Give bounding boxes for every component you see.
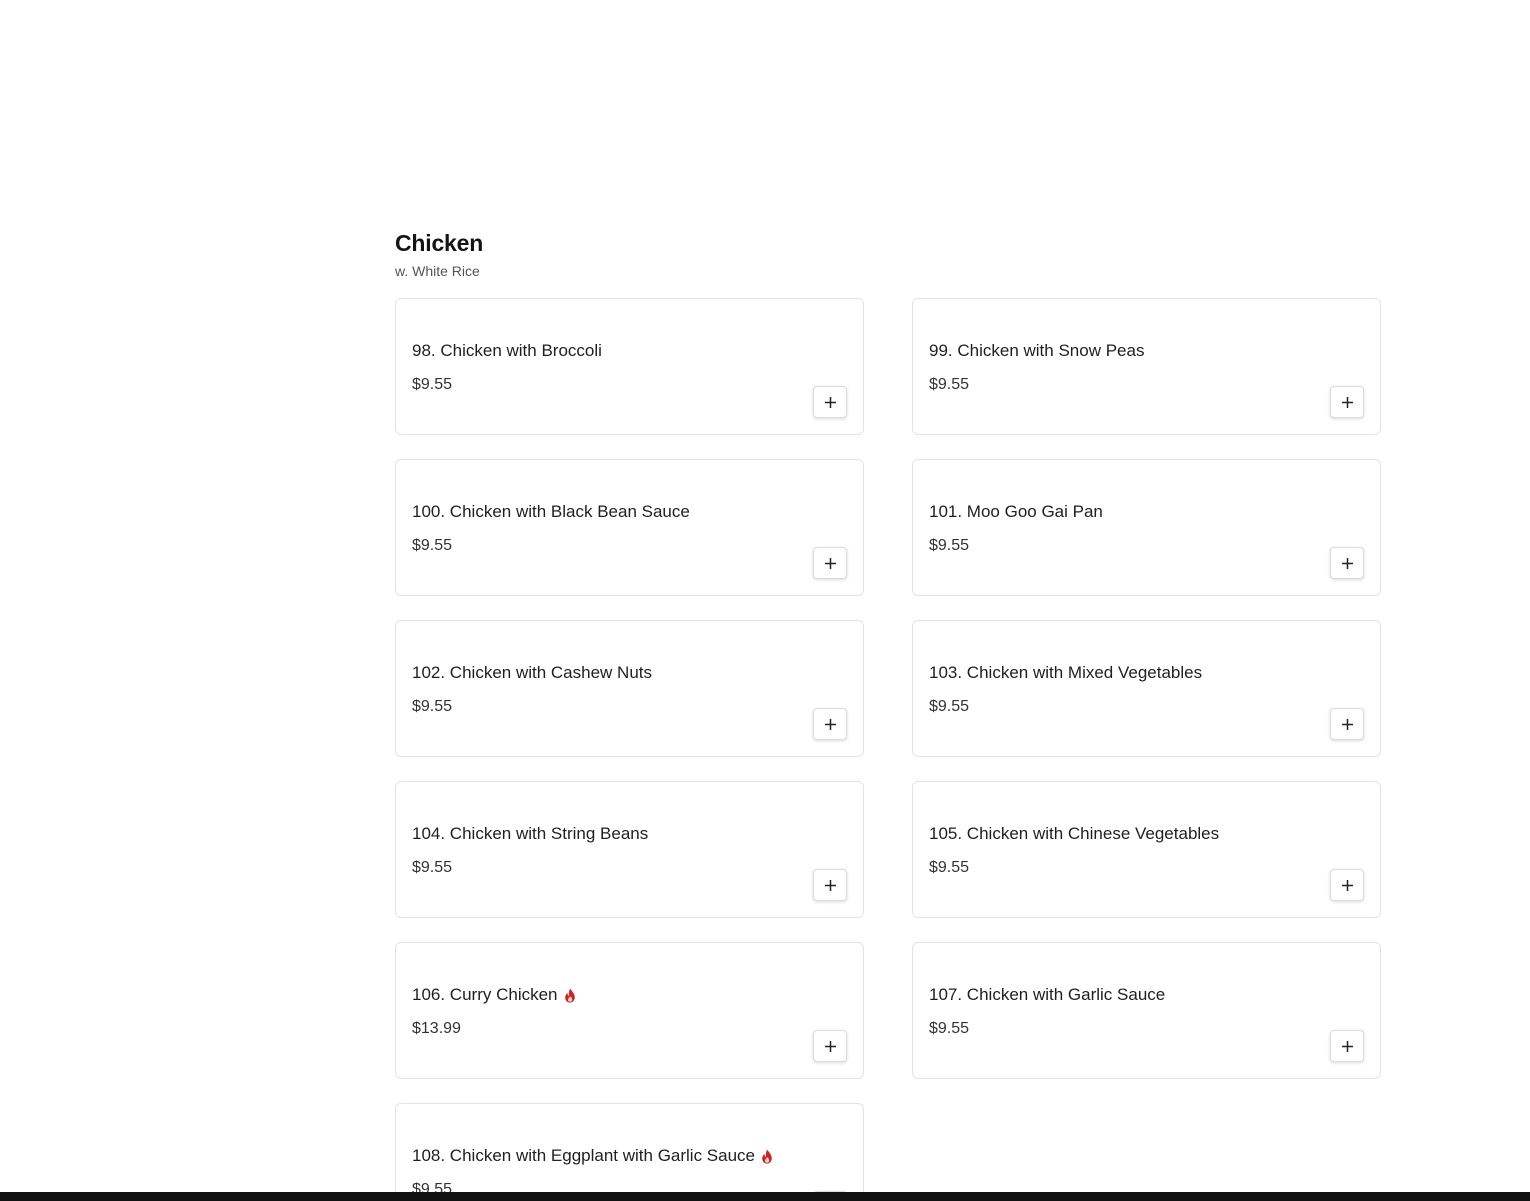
add-to-cart-button[interactable] xyxy=(813,386,847,418)
menu-item-price: $13.99 xyxy=(412,1020,461,1037)
plus-icon xyxy=(1341,396,1353,408)
menu-item-price: $9.55 xyxy=(929,376,970,393)
menu-item-name: 103. Chicken with Mixed Vegetables xyxy=(929,663,1203,682)
menu-item-card[interactable]: 101. Moo Goo Gai Pan $9.55 xyxy=(912,459,1381,596)
plus-icon xyxy=(824,557,836,569)
chili-pepper-icon xyxy=(564,988,575,1003)
chili-pepper-icon xyxy=(762,1149,772,1164)
section-title: Chicken xyxy=(395,230,484,256)
menu-item-name: 101. Moo Goo Gai Pan xyxy=(929,502,1103,521)
menu-item-card[interactable]: 99. Chicken with Snow Peas $9.55 xyxy=(912,298,1381,435)
menu-item-name-row: 106. Curry Chicken xyxy=(412,984,576,1006)
plus-icon xyxy=(824,879,836,891)
add-to-cart-button[interactable] xyxy=(1330,708,1364,740)
menu-item-name-row: 105. Chicken with Chinese Vegetables xyxy=(929,823,1219,845)
add-to-cart-button[interactable] xyxy=(1330,547,1364,579)
plus-icon xyxy=(824,1040,836,1052)
menu-item-card[interactable]: 108. Chicken with Eggplant with Garlic S… xyxy=(395,1103,864,1201)
menu-item-card[interactable]: 104. Chicken with String Beans $9.55 xyxy=(395,781,864,918)
plus-icon xyxy=(1341,1040,1353,1052)
menu-item-name: 98. Chicken with Broccoli xyxy=(412,341,602,360)
add-to-cart-button[interactable] xyxy=(813,869,847,901)
menu-item-price: $9.55 xyxy=(929,1020,970,1037)
menu-item-name: 108. Chicken with Eggplant with Garlic S… xyxy=(412,1146,756,1165)
menu-item-name-row: 100. Chicken with Black Bean Sauce xyxy=(412,501,690,523)
plus-icon xyxy=(824,396,836,408)
menu-item-grid: 98. Chicken with Broccoli $9.55 99. Chic… xyxy=(395,298,1381,1201)
menu-item-name-row: 101. Moo Goo Gai Pan xyxy=(929,501,1103,523)
menu-item-name-row: 98. Chicken with Broccoli xyxy=(412,340,602,362)
add-to-cart-button[interactable] xyxy=(813,1030,847,1062)
menu-item-name-row: 103. Chicken with Mixed Vegetables xyxy=(929,662,1202,684)
menu-item-card[interactable]: 103. Chicken with Mixed Vegetables $9.55 xyxy=(912,620,1381,757)
menu-item-price: $9.55 xyxy=(929,698,970,715)
menu-item-name-row: 99. Chicken with Snow Peas xyxy=(929,340,1144,362)
bottom-bar xyxy=(0,1192,1530,1201)
menu-item-price: $9.55 xyxy=(412,859,453,876)
plus-icon xyxy=(824,718,836,730)
plus-icon xyxy=(1341,879,1353,891)
menu-item-name: 105. Chicken with Chinese Vegetables xyxy=(929,824,1220,843)
menu-item-card[interactable]: 106. Curry Chicken $13.99 xyxy=(395,942,864,1079)
menu-item-name-row: 104. Chicken with String Beans xyxy=(412,823,648,845)
menu-item-card[interactable]: 102. Chicken with Cashew Nuts $9.55 xyxy=(395,620,864,757)
menu-item-card[interactable]: 98. Chicken with Broccoli $9.55 xyxy=(395,298,864,435)
menu-item-name-row: 108. Chicken with Eggplant with Garlic S… xyxy=(412,1145,773,1167)
add-to-cart-button[interactable] xyxy=(1330,869,1364,901)
menu-item-name: 99. Chicken with Snow Peas xyxy=(929,341,1145,360)
menu-item-price: $9.55 xyxy=(929,859,970,876)
menu-item-price: $9.55 xyxy=(412,537,453,554)
menu-item-name: 104. Chicken with String Beans xyxy=(412,824,649,843)
menu-item-name: 107. Chicken with Garlic Sauce xyxy=(929,985,1166,1004)
menu-item-name-row: 107. Chicken with Garlic Sauce xyxy=(929,984,1165,1006)
plus-icon xyxy=(1341,718,1353,730)
menu-item-price: $9.55 xyxy=(929,537,970,554)
menu-item-name: 106. Curry Chicken xyxy=(412,985,558,1004)
plus-icon xyxy=(1341,557,1353,569)
add-to-cart-button[interactable] xyxy=(1330,386,1364,418)
menu-item-card[interactable]: 100. Chicken with Black Bean Sauce $9.55 xyxy=(395,459,864,596)
menu-item-price: $9.55 xyxy=(412,698,453,715)
menu-page: Chicken w. White Rice 98. Chicken with B… xyxy=(0,0,1530,1201)
add-to-cart-button[interactable] xyxy=(813,708,847,740)
menu-section-chicken: Chicken w. White Rice 98. Chicken with B… xyxy=(395,228,1381,1201)
add-to-cart-button[interactable] xyxy=(1330,1030,1364,1062)
menu-item-card[interactable]: 107. Chicken with Garlic Sauce $9.55 xyxy=(912,942,1381,1079)
menu-item-name: 100. Chicken with Black Bean Sauce xyxy=(412,502,690,521)
menu-item-card[interactable]: 105. Chicken with Chinese Vegetables $9.… xyxy=(912,781,1381,918)
add-to-cart-button[interactable] xyxy=(813,547,847,579)
section-subtitle: w. White Rice xyxy=(395,263,480,279)
menu-item-name: 102. Chicken with Cashew Nuts xyxy=(412,663,653,682)
menu-item-name-row: 102. Chicken with Cashew Nuts xyxy=(412,662,652,684)
menu-item-price: $9.55 xyxy=(412,376,453,393)
